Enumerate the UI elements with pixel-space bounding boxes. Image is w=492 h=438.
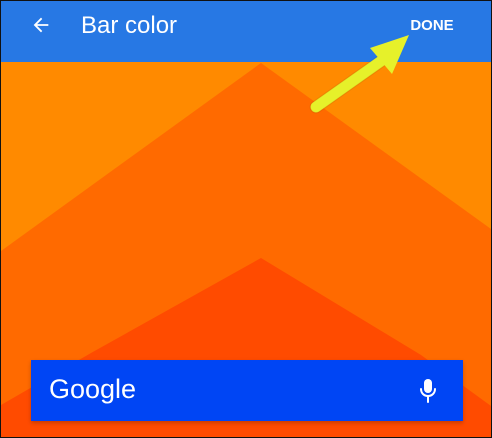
voice-search-button[interactable] [412,375,444,407]
google-logo-text: Google [49,374,137,404]
annotation-arrow-shaft-top [311,54,389,112]
page-title: Bar color [81,12,178,39]
annotation-arrow [309,35,409,114]
arrow-back-icon [33,17,49,33]
back-button[interactable] [21,9,61,41]
mic-icon [420,379,436,403]
screen-frame: Bar color DONE Google [0,0,492,438]
google-search-bar[interactable]: Google [31,360,463,421]
